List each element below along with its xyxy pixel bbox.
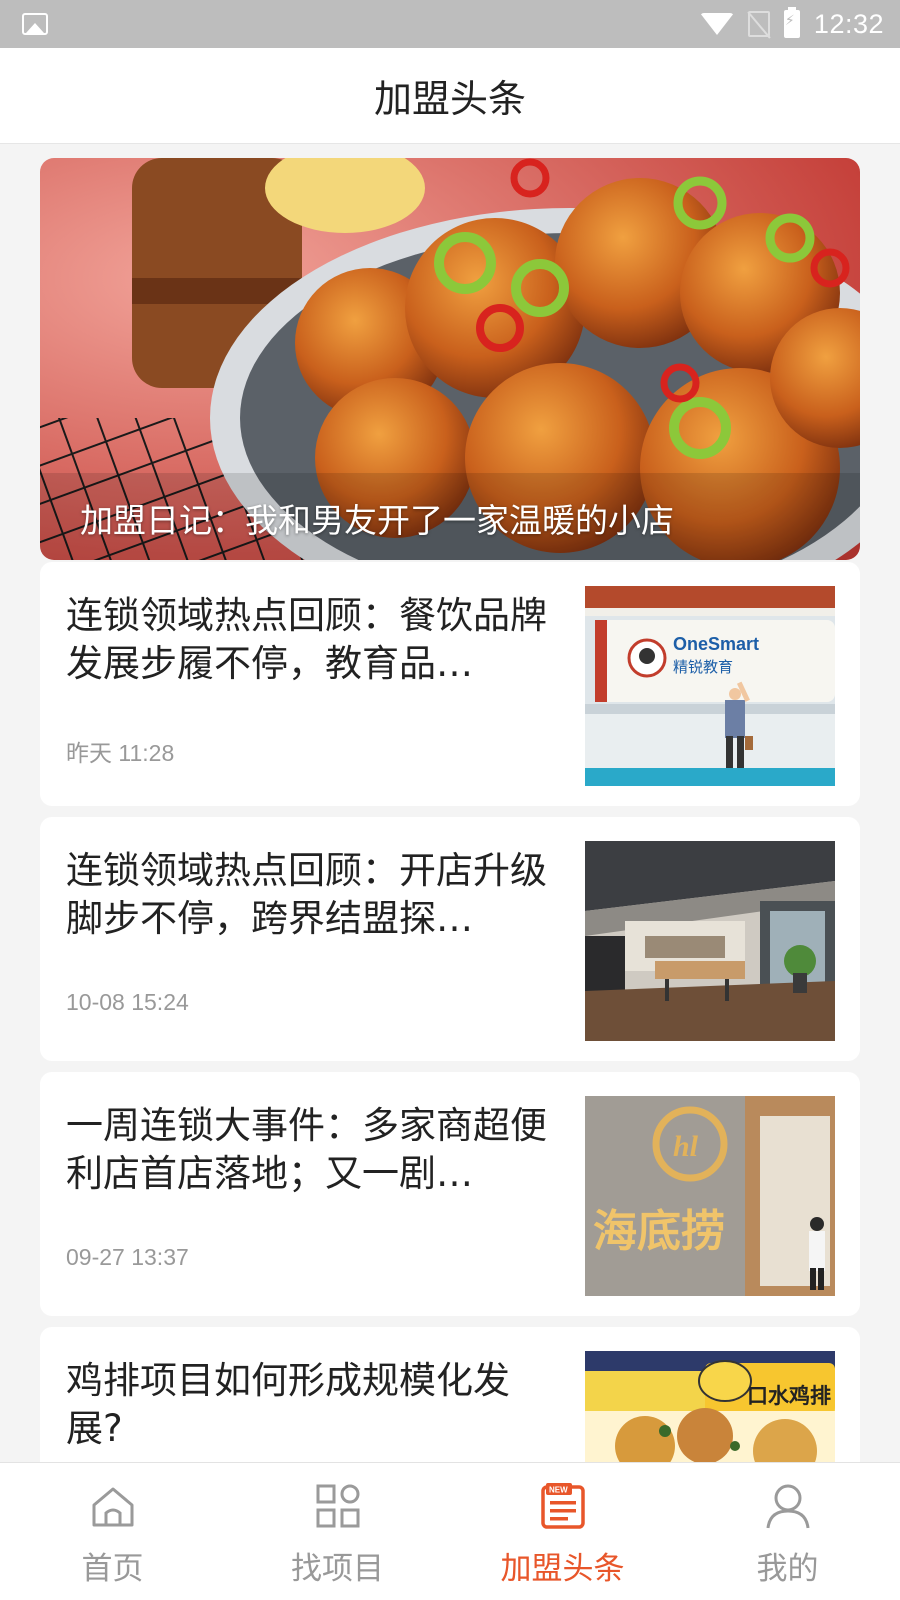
chicken-chop-brand-text: 口水鸡排 <box>747 1384 831 1408</box>
article-card[interactable]: 连锁领域热点回顾：开店升级脚步不停，跨界结盟探… 10-08 15:24 <box>40 817 860 1061</box>
svg-text:hl: hl <box>673 1130 699 1163</box>
grid-icon <box>316 1484 359 1528</box>
nav-item-franchise-news[interactable]: NEW 加盟头条 <box>450 1463 675 1600</box>
article-title: 鸡排项目如何形成规模化发展? <box>66 1359 510 1450</box>
onesmart-logo-subtext: 精锐教育 <box>673 658 733 676</box>
onesmart-logo-text: OneSmart <box>673 634 759 654</box>
article-thumbnail: OneSmart 精锐教育 <box>585 586 835 786</box>
news-icon: NEW <box>540 1483 585 1529</box>
article-time: 09-27 13:37 <box>66 1244 189 1270</box>
nav-item-mine[interactable]: 我的 <box>675 1463 900 1600</box>
nav-label: 找项目 <box>291 1551 384 1587</box>
status-time: 12:32 <box>813 8 884 39</box>
article-thumbnail: 口水鸡排 <box>585 1351 835 1462</box>
wifi-icon <box>699 13 734 35</box>
article-title: 连锁领域热点回顾：餐饮品牌发展步履不停，教育品… <box>66 594 547 685</box>
article-card[interactable]: 鸡排项目如何形成规模化发展? 口水鸡排 <box>40 1327 860 1462</box>
no-sim-icon <box>747 11 770 37</box>
news-badge: NEW <box>549 1486 568 1495</box>
article-feed[interactable]: 加盟日记：我和男友开了一家温暖的小店 连锁领域热点回顾：餐饮品牌发展步履不停，教… <box>0 144 900 1462</box>
article-thumbnail: hl 海底捞 <box>585 1096 835 1296</box>
article-time: 昨天 11:28 <box>66 740 175 766</box>
user-icon <box>766 1484 809 1529</box>
article-thumbnail <box>585 841 835 1041</box>
status-bar: 12:32 <box>0 0 900 48</box>
haidilao-sign-photo: hl 海底捞 <box>585 1096 835 1296</box>
haidilao-sign-text: 海底捞 <box>593 1206 725 1257</box>
nav-item-home[interactable]: 首页 <box>0 1463 225 1600</box>
gallery-icon <box>22 13 48 35</box>
featured-banner[interactable]: 加盟日记：我和男友开了一家温暖的小店 <box>40 158 860 560</box>
bottom-navigation: 首页 找项目 NEW 加盟头条 我的 <box>0 1462 900 1600</box>
banner-caption: 加盟日记：我和男友开了一家温暖的小店 <box>80 501 674 540</box>
article-card[interactable]: 一周连锁大事件：多家商超便利店首店落地；又一剧… 09-27 13:37 hl … <box>40 1072 860 1316</box>
nav-label: 首页 <box>81 1551 144 1587</box>
article-time: 10-08 15:24 <box>66 989 189 1015</box>
battery-charging-icon <box>783 7 800 38</box>
home-icon <box>92 1487 133 1527</box>
nav-label: 我的 <box>756 1551 819 1587</box>
onesmart-education-book-photo: OneSmart 精锐教育 <box>585 586 835 786</box>
nav-item-find-project[interactable]: 找项目 <box>225 1463 450 1600</box>
page-title: 加盟头条 <box>373 77 526 121</box>
page-header: 加盟头条 <box>0 48 900 144</box>
article-title: 一周连锁大事件：多家商超便利店首店落地；又一剧… <box>66 1104 547 1195</box>
article-title: 连锁领域热点回顾：开店升级脚步不停，跨界结盟探… <box>66 849 547 940</box>
article-card[interactable]: 连锁领域热点回顾：餐饮品牌发展步履不停，教育品… 昨天 11:28 OneSma… <box>40 562 860 806</box>
chicken-chop-food-photo: 口水鸡排 <box>585 1351 835 1462</box>
nav-label: 加盟头条 <box>500 1551 625 1587</box>
store-interior-photo <box>585 841 835 1041</box>
